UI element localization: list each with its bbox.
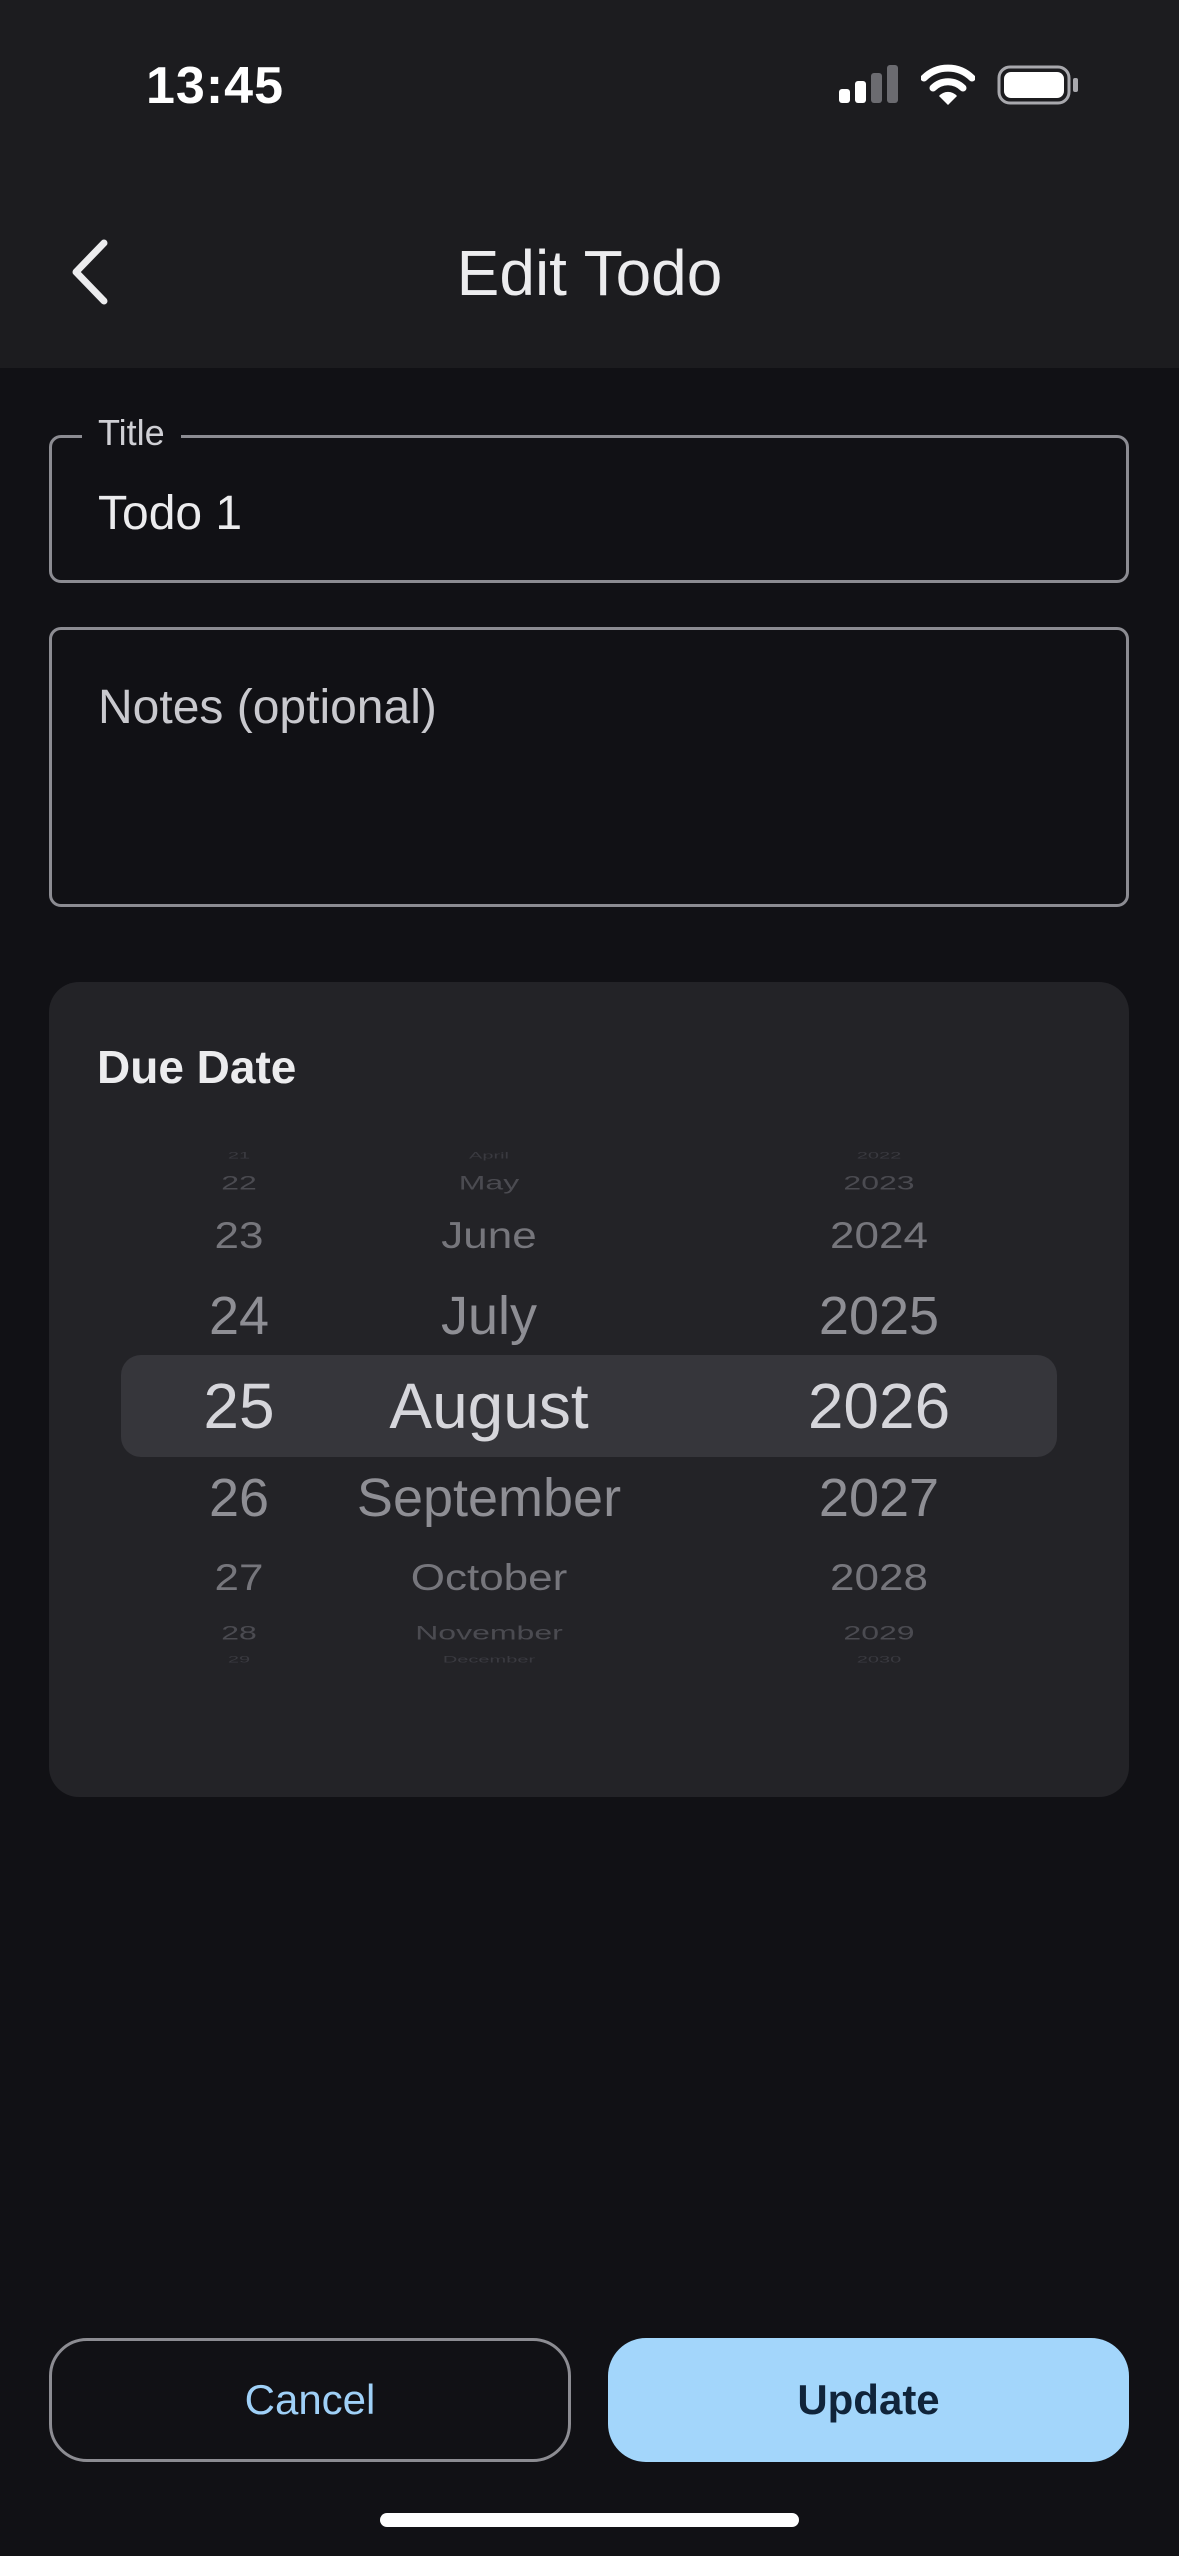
picker-item[interactable]: 2022 bbox=[857, 1152, 902, 1161]
due-date-card: Due Date 21 22 23 24 25 26 27 28 29 April May June… bbox=[49, 982, 1129, 1797]
picker-item[interactable]: 2023 bbox=[843, 1171, 914, 1194]
picker-item[interactable]: May bbox=[459, 1171, 519, 1194]
picker-item[interactable]: 2027 bbox=[819, 1466, 939, 1531]
notes-field[interactable]: Notes (optional) bbox=[49, 627, 1129, 907]
due-date-label: Due Date bbox=[97, 1041, 297, 1093]
picker-item[interactable]: 24 bbox=[209, 1284, 269, 1349]
date-picker[interactable]: 21 22 23 24 25 26 27 28 29 April May June July Augus… bbox=[49, 1152, 1129, 1682]
picker-item[interactable]: 22 bbox=[221, 1171, 257, 1194]
picker-item[interactable]: October bbox=[411, 1556, 568, 1601]
title-field[interactable]: Title Todo 1 bbox=[49, 412, 1129, 583]
picker-item[interactable]: 29 bbox=[228, 1655, 250, 1666]
picker-item[interactable]: 2028 bbox=[830, 1556, 928, 1601]
picker-item[interactable]: 23 bbox=[215, 1214, 264, 1259]
picker-item[interactable]: 26 bbox=[209, 1466, 269, 1531]
picker-item[interactable]: 2029 bbox=[843, 1621, 914, 1644]
status-time: 13:45 bbox=[146, 57, 284, 115]
status-icons bbox=[839, 64, 1079, 111]
picker-item[interactable]: November bbox=[415, 1621, 563, 1644]
notes-field-placeholder: Notes (optional) bbox=[98, 681, 437, 734]
page-title: Edit Todo bbox=[456, 237, 723, 309]
picker-item[interactable]: 27 bbox=[215, 1556, 264, 1601]
battery-icon bbox=[997, 65, 1079, 110]
home-indicator bbox=[380, 2513, 799, 2527]
picker-item[interactable]: 28 bbox=[221, 1621, 257, 1644]
picker-item[interactable]: 2025 bbox=[819, 1284, 939, 1349]
picker-item[interactable]: June bbox=[441, 1214, 536, 1259]
cellular-signal-icon bbox=[839, 65, 899, 110]
title-field-label: Title bbox=[82, 412, 181, 454]
picker-item[interactable]: September bbox=[357, 1466, 621, 1531]
update-button[interactable]: Update bbox=[608, 2338, 1129, 2462]
picker-selected-item[interactable]: 25 bbox=[203, 1368, 274, 1445]
picker-item[interactable]: 2030 bbox=[857, 1655, 902, 1666]
picker-item[interactable]: 2024 bbox=[830, 1214, 928, 1259]
picker-selected-item[interactable]: 2026 bbox=[808, 1368, 950, 1445]
picker-item[interactable]: July bbox=[441, 1284, 537, 1349]
title-field-value[interactable]: Todo 1 bbox=[98, 486, 242, 541]
top-bar: 13:45 Edit Todo bbox=[0, 0, 1179, 368]
picker-item[interactable]: April bbox=[469, 1152, 509, 1161]
picker-item[interactable]: 21 bbox=[228, 1152, 250, 1161]
picker-item[interactable]: December bbox=[443, 1655, 535, 1666]
wifi-icon bbox=[920, 64, 976, 111]
cancel-button[interactable]: Cancel bbox=[49, 2338, 571, 2462]
picker-selected-item[interactable]: August bbox=[389, 1368, 588, 1445]
